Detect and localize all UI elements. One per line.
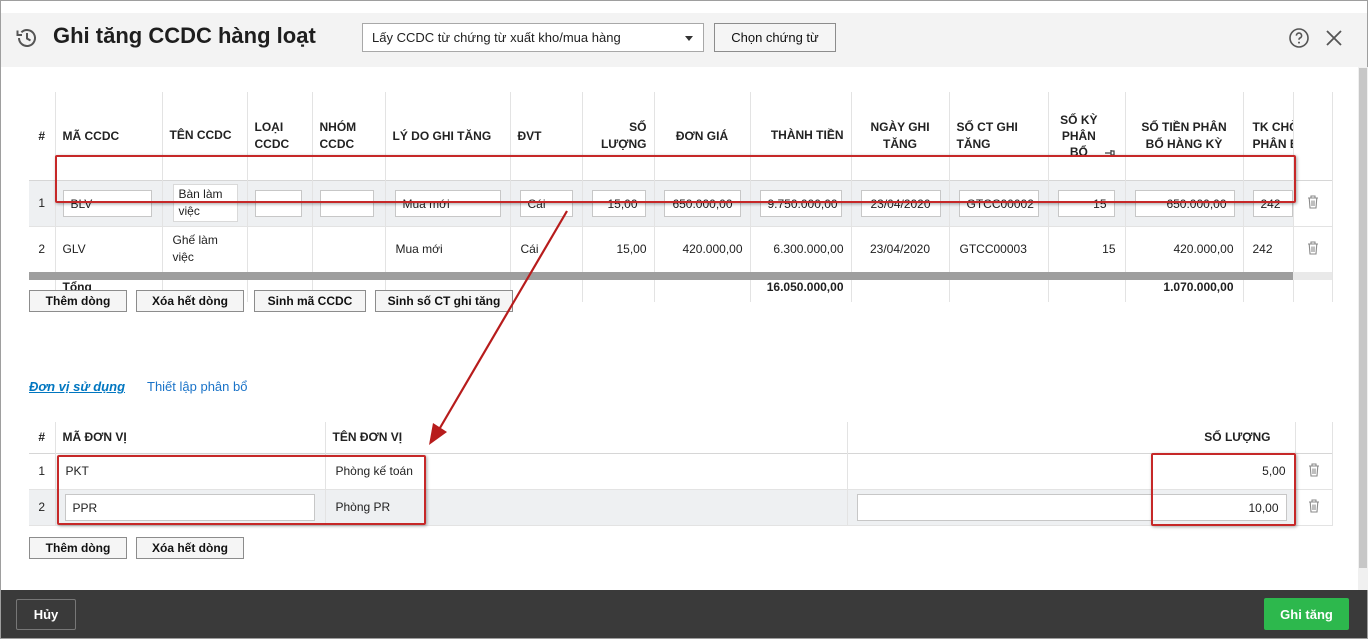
row-num: 2 (29, 489, 56, 525)
col-reason: LÝ DO GHI TĂNG (385, 92, 511, 180)
trash-icon[interactable] (1306, 240, 1320, 256)
unit-qty-input[interactable]: 10,00 (856, 493, 1287, 521)
col-group: NHÓM CCDC (312, 92, 386, 180)
type-input[interactable] (254, 189, 302, 217)
col-unit-name: TÊN ĐƠN VỊ (325, 422, 848, 453)
account-input[interactable]: 242 (1252, 189, 1292, 217)
periods-cell: 15 (1048, 226, 1126, 272)
date-cell: 23/04/2020 (851, 226, 950, 272)
row-num: 2 (29, 226, 56, 272)
trash-icon[interactable] (1307, 462, 1321, 478)
col-alloc: SỐ TIỀN PHÂN BỔ HÀNG KỲ (1125, 92, 1244, 180)
close-icon[interactable] (1323, 27, 1345, 49)
hscroll-thumb[interactable] (29, 272, 1293, 280)
col-type: LOẠI CCDC (247, 92, 313, 180)
col-code: MÃ CCDC (55, 92, 163, 180)
history-icon (16, 29, 36, 47)
amount-cell: 6.300.000,00 (750, 226, 852, 272)
date-input[interactable]: 23/04/2020 (860, 189, 941, 217)
voucher-cell: GTCC00003 (949, 226, 1049, 272)
col-periods[interactable]: SỐ KỲ PHÂN BỔ (1048, 92, 1126, 180)
row-num: 1 (29, 453, 56, 489)
group-cell (312, 226, 386, 272)
name-cell: Ghế làm việc (162, 226, 248, 272)
unit-code-cell: PKT (55, 453, 326, 489)
unit-name-cell: Phòng PR (325, 489, 848, 525)
pin-icon[interactable] (1104, 148, 1116, 158)
col-date: NGÀY GHI TĂNG (851, 92, 950, 180)
account-cell: 242 (1243, 226, 1294, 272)
table-row[interactable]: 2 PPR Phòng PR 10,00 (29, 489, 1333, 525)
price-cell: 420.000,00 (654, 226, 751, 272)
tab-units[interactable]: Đơn vị sử dụng (29, 379, 125, 394)
delete-all-unit-rows-button[interactable]: Xóa hết dòng (136, 537, 244, 559)
col-amount: THÀNH TIỀN (750, 92, 852, 180)
col-voucher: SỐ CT GHI TĂNG (949, 92, 1049, 180)
dialog-header: Ghi tăng CCDC hàng loạt Lấy CCDC từ chứn… (1, 13, 1367, 67)
col-price: ĐƠN GIÁ (654, 92, 751, 180)
tools-table: # MÃ CCDC TÊN CCDC LOẠI CCDC NHÓM CCDC L… (29, 92, 1333, 302)
periods-input[interactable]: 15 (1057, 189, 1115, 217)
table-row[interactable]: 1 BLV Bàn làm việc Mua mới Cái 15,00 650… (29, 180, 1333, 226)
col-unit-qty: SỐ LƯỢNG (847, 422, 1296, 453)
col-account: TK CHỜ PHÂN B (1243, 92, 1294, 180)
source-select-value: Lấy CCDC từ chứng từ xuất kho/mua hàng (372, 30, 621, 45)
col-actions (1295, 422, 1333, 453)
add-row-button[interactable]: Thêm dòng (29, 290, 127, 312)
horizontal-scrollbar[interactable] (29, 272, 1332, 280)
price-input[interactable]: 650.000,00 (663, 189, 741, 217)
col-periods-label: SỐ KỲ PHÂN BỔ (1060, 112, 1098, 159)
group-input[interactable] (319, 189, 374, 217)
col-num: # (29, 422, 56, 453)
qty-cell: 15,00 (582, 226, 655, 272)
voucher-input[interactable]: GTCC00002 (958, 189, 1039, 217)
col-unit-code: MÃ ĐƠN VỊ (55, 422, 326, 453)
alloc-input[interactable]: 650.000,00 (1134, 189, 1235, 217)
col-account-label: TK CHỜ PHÂN B (1252, 119, 1293, 151)
chevron-down-icon (685, 36, 693, 41)
source-select[interactable]: Lấy CCDC từ chứng từ xuất kho/mua hàng (362, 23, 704, 52)
dialog-title: Ghi tăng CCDC hàng loạt (53, 23, 316, 48)
qty-input[interactable]: 15,00 (591, 189, 646, 217)
alloc-cell: 420.000,00 (1125, 226, 1244, 272)
unit-name-cell: Phòng kế toán (325, 453, 848, 489)
tab-allocation[interactable]: Thiết lập phân bổ (147, 379, 247, 394)
col-num: # (29, 92, 56, 180)
vertical-scrollbar[interactable] (1358, 67, 1368, 590)
choose-voucher-button[interactable]: Chọn chứng từ (714, 23, 836, 52)
trash-icon[interactable] (1307, 498, 1321, 514)
amount-input[interactable]: 9.750.000,00 (759, 189, 842, 217)
tools-header-row: # MÃ CCDC TÊN CCDC LOẠI CCDC NHÓM CCDC L… (29, 92, 1333, 180)
dialog-footer: Hủy Ghi tăng (1, 590, 1367, 638)
col-name: TÊN CCDC (162, 92, 248, 180)
unit-code-input[interactable]: PPR (64, 493, 315, 521)
units-table: # MÃ ĐƠN VỊ TÊN ĐƠN VỊ SỐ LƯỢNG 1 PKT Ph… (29, 422, 1333, 526)
generate-code-button[interactable]: Sinh mã CCDC (254, 290, 366, 312)
delete-all-rows-button[interactable]: Xóa hết dòng (136, 290, 244, 312)
unit-qty-cell: 5,00 (847, 453, 1296, 489)
add-unit-row-button[interactable]: Thêm dòng (29, 537, 127, 559)
annotation-arrow (429, 210, 568, 445)
cancel-button[interactable]: Hủy (16, 599, 76, 630)
table-row[interactable]: 2 GLV Ghế làm việc Mua mới Cái 15,00 420… (29, 226, 1333, 272)
scrollbar-thumb[interactable] (1359, 68, 1367, 568)
col-actions (1293, 92, 1333, 180)
units-header-row: # MÃ ĐƠN VỊ TÊN ĐƠN VỊ SỐ LƯỢNG (29, 422, 1333, 453)
dialog-window: Ghi tăng CCDC hàng loạt Lấy CCDC từ chứn… (0, 0, 1368, 639)
code-input[interactable]: BLV (62, 189, 152, 217)
table-row[interactable]: 1 PKT Phòng kế toán 5,00 (29, 453, 1333, 489)
help-icon[interactable] (1288, 27, 1310, 49)
type-cell (247, 226, 313, 272)
name-input[interactable]: Bàn làm việc (172, 184, 238, 222)
col-unit: ĐVT (510, 92, 583, 180)
row-num: 1 (29, 180, 56, 226)
col-qty: SỐ LƯỢNG (582, 92, 655, 180)
submit-button[interactable]: Ghi tăng (1264, 598, 1349, 630)
trash-icon[interactable] (1306, 194, 1320, 210)
title-bar (1, 1, 1367, 13)
code-cell: GLV (55, 226, 163, 272)
